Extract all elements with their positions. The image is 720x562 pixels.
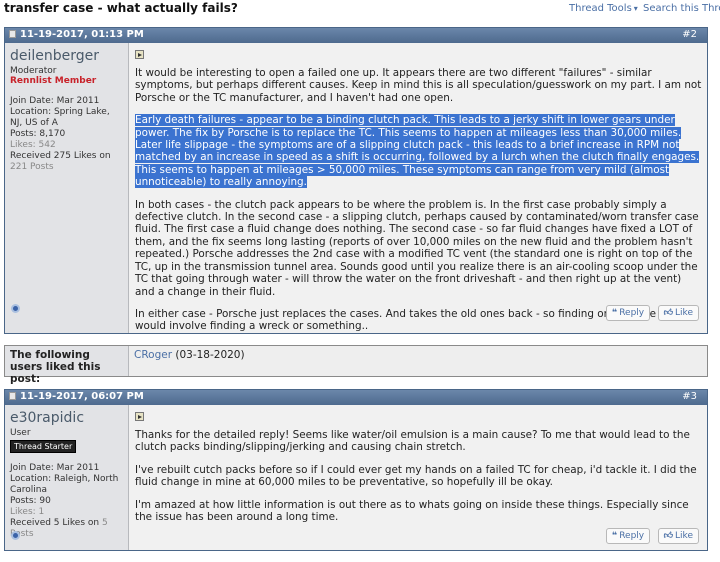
selected-text: Early death failures - appear to be a bi… [135,114,682,139]
user-stats: Join Date: Mar 2011 Location: Spring Lak… [10,96,123,173]
search-thread-link[interactable]: Search this Thread [643,3,720,14]
post-doc-icon [9,30,16,38]
post-number-link[interactable]: #3 [682,391,697,402]
user-info-panel: deilenberger Moderator Rennlist Member J… [5,43,129,333]
post-date: 11-19-2017, 01:13 PM [9,29,144,40]
post-paragraph-selected: Early death failures - appear to be a bi… [135,114,703,189]
user-stats: Join Date: Mar 2011 Location: Raleigh, N… [10,463,123,540]
liked-by-box: The following users liked this post: CRo… [4,345,708,385]
thread-header: transfer case - what actually fails? Thr… [0,0,720,18]
thread-title: transfer case - what actually fails? [4,1,238,15]
post-body: Thanks for the detailed reply! Seems lik… [135,429,703,523]
post-header: 11-19-2017, 01:13 PM #2 [5,28,707,43]
received-posts-link[interactable]: 221 Posts [10,162,54,172]
likes-count: Likes: 1 [10,507,45,517]
post-date: 11-19-2017, 06:07 PM [9,391,144,402]
username-link[interactable]: deilenberger [10,48,123,64]
received-likes: Received 275 Likes on 221 Posts [10,151,123,173]
online-status-icon [11,304,20,313]
post-content: It would be interesting to open a failed… [134,43,707,333]
post-3: 11-19-2017, 06:07 PM #3 e30rapidic User … [4,389,708,551]
user-rank: Rennlist Member [10,76,97,86]
quote-icon: ❝ [611,531,618,541]
online-status-icon [11,531,20,540]
thread-tools-menu[interactable]: Thread Tools ▾ [569,3,638,14]
post-date-text: 11-19-2017, 06:07 PM [20,391,144,402]
user-title: User [10,428,31,438]
join-date: Join Date: Mar 2011 [10,96,100,106]
liked-by-users: CRoger (03-18-2020) [134,349,245,361]
post-count: Posts: 90 [10,496,51,506]
reply-label: Reply [619,308,645,318]
liked-by-label: The following users liked this post: [5,346,129,385]
likes-count: Likes: 542 [10,140,56,150]
like-button[interactable]: 👍︎ Like [657,305,699,321]
thumbs-up-icon: 👍︎ [663,531,674,541]
selected-text: Later life slippage - the symptoms are o… [135,139,700,189]
location: Location: Spring Lake, NJ, US of A [10,107,110,128]
thread-tools-label: Thread Tools [569,3,632,14]
post-doc-icon [9,392,16,400]
like-label: Like [675,308,693,318]
user-info-panel: e30rapidic User Thread Starter Join Date… [5,405,129,550]
post-paragraph: In both cases - the clutch pack appears … [135,198,699,298]
post-icon [135,412,144,421]
post-body: It would be interesting to open a failed… [135,67,703,333]
like-label: Like [675,531,693,541]
received-likes-text: Received 5 Likes on [10,518,100,528]
post-paragraph: I'm amazed at how little information is … [135,498,689,524]
like-button[interactable]: 👍︎ Like [657,528,699,544]
reply-label: Reply [619,531,645,541]
post-count: Posts: 8,170 [10,129,66,139]
post-2: 11-19-2017, 01:13 PM #2 deilenberger Mod… [4,27,708,334]
quote-icon: ❝ [611,308,618,318]
thumbs-up-icon: 👍︎ [663,308,674,318]
post-number-link[interactable]: #2 [682,29,697,40]
liked-by-date: (03-18-2020) [175,349,245,361]
chevron-down-icon: ▾ [633,4,638,13]
post-header: 11-19-2017, 06:07 PM #3 [5,390,707,405]
received-likes-text: Received 275 Likes on [10,151,111,161]
username-link[interactable]: e30rapidic [10,410,123,426]
reply-button[interactable]: ❝ Reply [605,305,651,321]
post-actions: ❝ Reply 👍︎ Like [602,305,699,321]
post-actions: ❝ Reply 👍︎ Like [602,528,699,544]
thread-starter-badge: Thread Starter [10,440,77,453]
liked-by-user-link[interactable]: CRoger [134,349,172,361]
location: Location: Raleigh, North Carolina [10,474,119,495]
join-date: Join Date: Mar 2011 [10,463,100,473]
post-date-text: 11-19-2017, 01:13 PM [20,29,144,40]
post-content: Thanks for the detailed reply! Seems lik… [134,405,707,550]
post-paragraph: I've rebuilt cutch packs before so if I … [135,463,697,489]
post-icon [135,50,144,59]
received-likes: Received 5 Likes on 5 Posts [10,518,123,540]
post-paragraph: It would be interesting to open a failed… [135,67,702,104]
user-title: Moderator [10,66,57,76]
reply-button[interactable]: ❝ Reply [605,528,651,544]
post-paragraph: Thanks for the detailed reply! Seems lik… [135,429,690,454]
